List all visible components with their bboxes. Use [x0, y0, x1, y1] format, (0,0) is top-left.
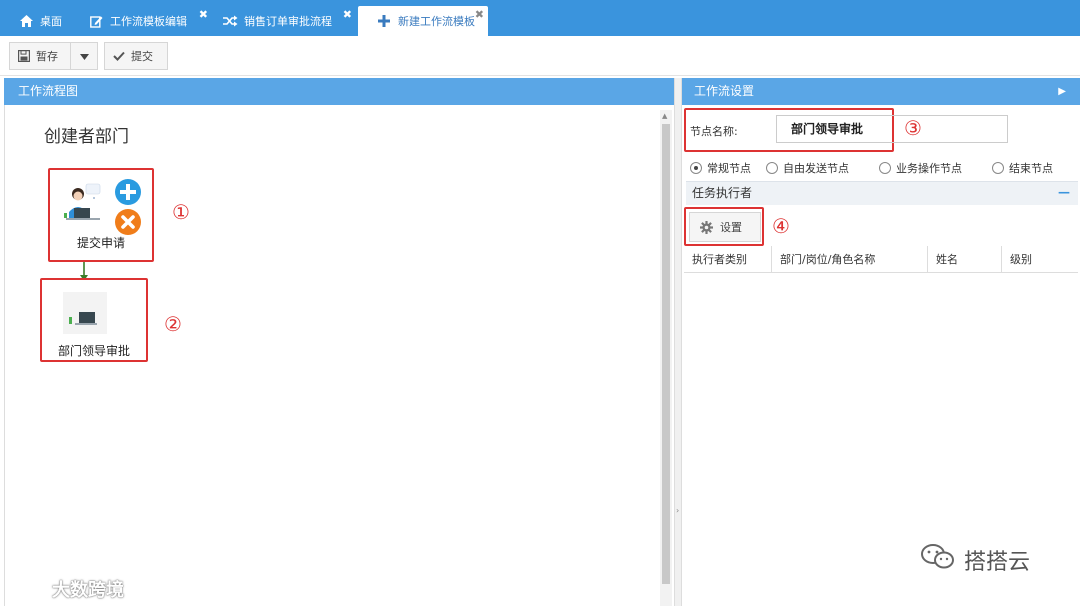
save-draft-button[interactable]: 暂存: [9, 42, 71, 70]
computer-desk-icon: [63, 292, 107, 337]
submit-button[interactable]: 提交: [104, 42, 168, 70]
watermark-right: 搭搭云: [920, 542, 1030, 578]
radio-label: 业务操作节点: [896, 162, 962, 175]
save-label: 暂存: [36, 50, 58, 63]
node-name-field[interactable]: 部门领导审批: [776, 115, 1008, 143]
settings-title: 工作流设置: [694, 84, 755, 98]
annotation-marker: ④: [772, 214, 790, 238]
radio-normal-node[interactable]: 常规节点: [690, 160, 751, 176]
floppy-icon: [18, 50, 30, 62]
radio-button-icon[interactable]: [879, 162, 891, 174]
workflow-node-submit[interactable]: 提交申请: [48, 168, 154, 262]
watermark-logo-icon: [8, 574, 49, 603]
plus-icon: [376, 13, 392, 29]
check-icon: [113, 51, 125, 61]
panel-splitter[interactable]: ›: [674, 78, 682, 606]
settings-button[interactable]: 设置: [689, 212, 761, 242]
workflow-settings-header: 工作流设置 ▶: [682, 78, 1080, 105]
radio-end-node[interactable]: 结束节点: [992, 160, 1053, 176]
tab-label: 新建工作流模板: [398, 15, 475, 28]
radio-label: 自由发送节点: [783, 162, 849, 175]
column-header: 执行者类别: [684, 246, 772, 273]
column-header: 级别: [1010, 253, 1032, 266]
vertical-scrollbar[interactable]: ▲: [660, 110, 672, 606]
radio-free-send-node[interactable]: 自由发送节点: [766, 160, 849, 176]
workflow-diagram-header: 工作流程图: [4, 78, 674, 105]
collapse-right-icon[interactable]: ▶: [1058, 78, 1066, 105]
section-title: 任务执行者: [692, 186, 753, 200]
shuffle-icon: [222, 13, 238, 29]
employee-avatar-icon: [64, 182, 106, 229]
submit-label: 提交: [131, 50, 153, 63]
annotation-marker: ①: [172, 200, 190, 224]
tab-template-edit[interactable]: 工作流模板编辑 ✖: [70, 6, 212, 36]
task-executor-section: 任务执行者 —: [686, 181, 1078, 205]
department-title: 创建者部门: [44, 127, 129, 147]
watermark-text: 大数跨境: [52, 579, 124, 601]
scroll-up-icon[interactable]: ▲: [662, 112, 667, 120]
radio-label: 常规节点: [707, 162, 751, 175]
tab-label: 销售订单审批流程: [244, 15, 332, 28]
executor-table-header: 执行者类别 部门/岗位/角色名称 姓名 级别: [684, 246, 1078, 273]
column-header: 部门/岗位/角色名称: [772, 246, 928, 273]
home-icon: [18, 13, 34, 29]
workflow-node-dept-approval[interactable]: 部门领导审批: [40, 278, 148, 362]
tab-label: 桌面: [40, 15, 62, 28]
radio-button-icon[interactable]: [992, 162, 1004, 174]
caret-down-icon: [79, 50, 89, 63]
annotation-marker: ②: [164, 312, 182, 336]
tab-desktop[interactable]: 桌面: [0, 6, 76, 36]
radio-business-node[interactable]: 业务操作节点: [879, 160, 962, 176]
toolbar: 暂存 提交: [0, 36, 1080, 76]
node-label: 提交申请: [76, 236, 125, 250]
gear-icon: [700, 220, 713, 234]
radio-button-icon[interactable]: [766, 162, 778, 174]
annotation-marker: ③: [904, 116, 922, 140]
close-icon[interactable]: ✖: [343, 8, 352, 21]
collapse-section-icon[interactable]: —: [1058, 181, 1070, 204]
add-node-icon[interactable]: [114, 178, 142, 209]
radio-label: 结束节点: [1009, 162, 1053, 175]
collapse-handle-icon[interactable]: ›: [676, 506, 679, 515]
column-header: 姓名: [928, 246, 1002, 273]
node-label: 部门领导审批: [57, 344, 130, 358]
tab-new-template[interactable]: 新建工作流模板 ✖: [358, 6, 488, 36]
watermark-text: 搭搭云: [964, 550, 1031, 575]
save-dropdown-button[interactable]: [70, 42, 98, 70]
watermark-left: 大数跨境: [8, 574, 124, 603]
tab-bar: 桌面 工作流模板编辑 ✖ 销售订单审批流程 ✖ 新建工作流模板 ✖: [0, 0, 1080, 36]
wechat-icon: [920, 542, 956, 578]
node-name-label: 节点名称:: [690, 125, 738, 138]
tab-label: 工作流模板编辑: [110, 15, 187, 28]
scrollbar-thumb[interactable]: [662, 124, 670, 584]
edit-icon: [88, 13, 104, 29]
radio-button-icon[interactable]: [690, 162, 702, 174]
close-icon[interactable]: ✖: [475, 8, 484, 21]
settings-label: 设置: [720, 221, 742, 234]
tab-sales-approval[interactable]: 销售订单审批流程 ✖: [204, 6, 356, 36]
